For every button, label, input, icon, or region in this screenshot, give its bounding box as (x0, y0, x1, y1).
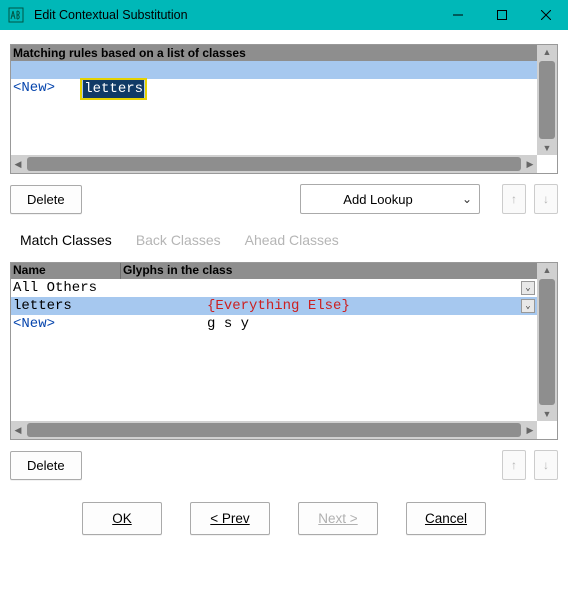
scroll-left-icon[interactable]: ◀ (11, 421, 25, 439)
class-glyphs-cell[interactable]: {Everything Else} ⌄ (121, 279, 537, 297)
scroll-thumb[interactable] (27, 157, 521, 171)
horizontal-scrollbar[interactable]: ◀ ▶ (11, 421, 537, 439)
classes-table[interactable]: Name Glyphs in the class All Others {Eve… (10, 262, 558, 440)
chevron-down-icon: ⌄ (455, 192, 479, 206)
class-glyphs-cell (121, 315, 537, 333)
app-icon (6, 5, 26, 25)
scroll-down-icon[interactable]: ▼ (537, 141, 557, 155)
rules-header: Matching rules based on a list of classe… (11, 45, 537, 61)
scroll-thumb[interactable] (539, 279, 555, 405)
scroll-up-icon[interactable]: ▲ (537, 263, 557, 277)
class-glyphs-cell[interactable]: g s y ⌄ (121, 297, 537, 315)
prev-button[interactable]: < Prev (190, 502, 270, 535)
dropdown-icon[interactable]: ⌄ (521, 299, 535, 313)
classes-header: Name Glyphs in the class (11, 263, 537, 279)
minimize-button[interactable] (436, 0, 480, 30)
class-row[interactable]: letters g s y ⌄ (11, 297, 537, 315)
move-class-up-button[interactable]: ↑ (502, 450, 526, 480)
scroll-down-icon[interactable]: ▼ (537, 407, 557, 421)
window-title: Edit Contextual Substitution (32, 8, 436, 22)
scroll-right-icon[interactable]: ▶ (523, 155, 537, 173)
scroll-left-icon[interactable]: ◀ (11, 155, 25, 173)
delete-class-button[interactable]: Delete (10, 451, 82, 480)
scroll-up-icon[interactable]: ▲ (537, 45, 557, 59)
arrow-up-icon: ↑ (511, 458, 517, 472)
arrow-down-icon: ↓ (543, 192, 549, 206)
dropdown-icon[interactable]: ⌄ (521, 281, 535, 295)
vertical-scrollbar[interactable]: ▲ ▼ (537, 263, 557, 421)
move-up-button[interactable]: ↑ (502, 184, 526, 214)
class-name-cell: letters (11, 297, 121, 315)
class-row[interactable]: All Others {Everything Else} ⌄ (11, 279, 537, 297)
rules-listbox[interactable]: Matching rules based on a list of classe… (10, 44, 558, 174)
arrow-up-icon: ↑ (511, 192, 517, 206)
close-button[interactable] (524, 0, 568, 30)
ok-button[interactable]: OK (82, 502, 162, 535)
cancel-button[interactable]: Cancel (406, 502, 486, 535)
class-row-new[interactable]: <New> (11, 315, 537, 333)
column-name: Name (11, 263, 121, 279)
horizontal-scrollbar[interactable]: ◀ ▶ (11, 155, 537, 173)
tab-back-classes[interactable]: Back Classes (136, 232, 221, 248)
maximize-button[interactable] (480, 0, 524, 30)
scroll-thumb[interactable] (539, 61, 555, 139)
move-down-button[interactable]: ↓ (534, 184, 558, 214)
tab-ahead-classes[interactable]: Ahead Classes (245, 232, 339, 248)
vertical-scrollbar[interactable]: ▲ ▼ (537, 45, 557, 155)
delete-rule-button[interactable]: Delete (10, 185, 82, 214)
scroll-thumb[interactable] (27, 423, 521, 437)
class-name-cell: All Others (11, 279, 121, 297)
rule-row[interactable]: letters (11, 61, 537, 79)
tab-match-classes[interactable]: Match Classes (20, 232, 112, 248)
move-class-down-button[interactable]: ↓ (534, 450, 558, 480)
arrow-down-icon: ↓ (543, 458, 549, 472)
class-name-cell: <New> (11, 315, 121, 333)
titlebar: Edit Contextual Substitution (0, 0, 568, 30)
add-lookup-label: Add Lookup (301, 192, 455, 207)
class-tabs: Match Classes Back Classes Ahead Classes (20, 232, 556, 248)
column-glyphs: Glyphs in the class (121, 263, 537, 279)
scroll-right-icon[interactable]: ▶ (523, 421, 537, 439)
next-button: Next > (298, 502, 378, 535)
add-lookup-combo[interactable]: Add Lookup ⌄ (300, 184, 480, 214)
